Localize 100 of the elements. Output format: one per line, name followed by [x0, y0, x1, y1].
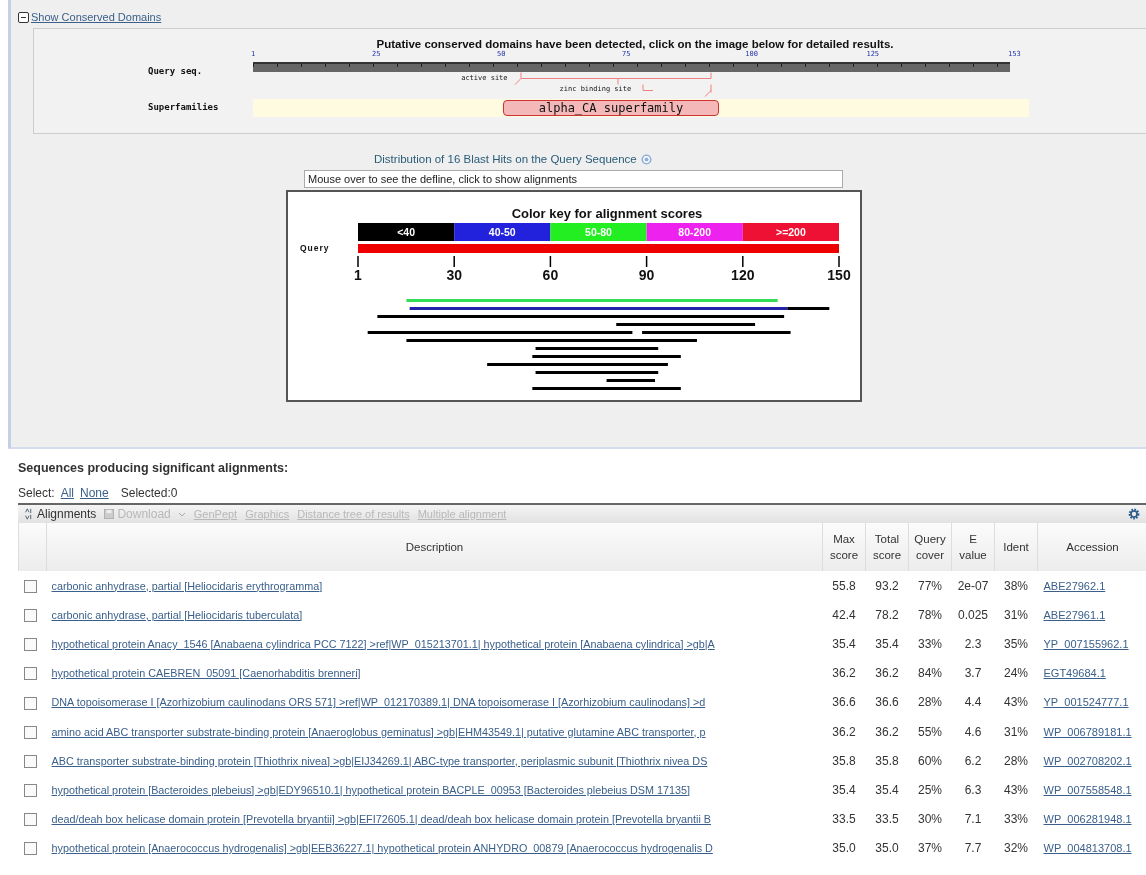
description-link[interactable]: hypothetical protein Anacy_1546 [Anabaena cylindrica PCC 7122] >ref|WP_015213701.1| hypothetical protein [Anabaena cylindrica] >gb|A — [51, 637, 715, 650]
table-cell-text: 60% — [917, 752, 943, 770]
alignments-button[interactable]: Alignments — [24, 507, 97, 521]
select-label: Select: — [18, 486, 55, 500]
accession-link[interactable]: WP_007558548.1 — [1043, 783, 1132, 796]
column-header[interactable]: Accession — [1037, 523, 1146, 571]
description-link[interactable]: carbonic anhydrase, partial [Heliocidaris erythrogramma] — [51, 579, 323, 592]
table-cell: 2e-07 — [951, 571, 995, 601]
column-header[interactable]: Total score — [865, 523, 909, 571]
table-cell-text: 35.4 — [874, 781, 900, 799]
accession-link[interactable]: ABE27961.1 — [1043, 608, 1106, 621]
help-icon[interactable] — [640, 153, 652, 165]
selected-count: Selected:0 — [120, 486, 178, 500]
show-conserved-domains-link[interactable]: Show Conserved Domains — [31, 11, 162, 23]
column-header[interactable]: E value — [951, 523, 995, 571]
hit-bars-drawing[interactable] — [367, 299, 830, 390]
scale-label: 90 — [638, 267, 655, 283]
table-cell-text: 7.7 — [963, 840, 983, 858]
description-link[interactable]: ABC transporter substrate-binding protein [Thiothrix nivea] >gb|EIJ34269.1| ABC-type transporter, periplasmic subunit [Thiothrix nivea DS — [51, 754, 708, 767]
description-link[interactable]: DNA topoisomerase I [Azorhizobium caulinodans ORS 571] >ref|WP_012170389.1| DNA topoisomerase I [Azorhizobium caulinodans] >d — [51, 696, 706, 709]
table-cell-text: 4.4 — [963, 694, 983, 712]
column-header[interactable]: Query cover — [908, 523, 952, 571]
description-link[interactable]: hypothetical protein [Bacteroides plebeius] >gb|EDY96510.1| hypothetical protein BACPLE_00953 [Bacteroides plebeius DSM 17135] — [51, 783, 691, 796]
table-cell-text: 35.4 — [831, 781, 857, 799]
section-heading: Sequences producing significant alignments: — [18, 461, 290, 475]
table-cell-text: 33.5 — [831, 811, 857, 829]
description-link[interactable]: hypothetical protein CAEBREN_05091 [Caenorhabditis brenneri] — [51, 667, 361, 680]
scale-label: 60 — [542, 267, 559, 283]
select-link[interactable]: All — [60, 486, 75, 500]
table-cell-text: 35% — [1003, 635, 1029, 653]
defline-field: Mouse over to see the defline, click to show alignments — [304, 170, 843, 188]
table-cell: 93.2 — [865, 571, 909, 601]
column-header[interactable]: Ident — [994, 523, 1038, 571]
save-icon — [104, 508, 115, 520]
description-link[interactable]: carbonic anhydrase, partial [Heliocidaris tuberculata] — [51, 608, 303, 621]
row-checkbox[interactable] — [23, 784, 37, 798]
description-link[interactable]: hypothetical protein [Anaerococcus hydrogenalis] >gb|EEB36227.1| hypothetical protein ANHYDRO_00879 [Anaerococcus hydrogenalis D — [51, 842, 713, 855]
color-key-label: 40-50 — [488, 226, 516, 238]
scale-label: 150 — [827, 267, 851, 283]
table-cell-text: 36.6 — [831, 694, 857, 712]
column-header[interactable]: Max score — [822, 523, 866, 571]
table-cell-text: 35.4 — [874, 635, 900, 653]
table-cell-text: 36.6 — [874, 694, 900, 712]
color-key-label: 80-200 — [678, 226, 712, 238]
select-link[interactable]: None — [80, 486, 109, 500]
description-link[interactable]: dead/deah box helicase domain protein [Prevotella bryantii] >gb|EFI72605.1| dead/deah box helicase domain protein [Prevotella bryantii B — [51, 813, 712, 826]
table-cell-text: 33.5 — [874, 811, 900, 829]
table-cell-text: 36.2 — [874, 665, 900, 683]
caret-icon — [177, 511, 186, 517]
superfamily-domain[interactable]: alpha_CA superfamily — [503, 100, 719, 116]
table-cell-text: 42.4 — [831, 606, 857, 624]
color-key-title: Color key for alignment scores — [511, 206, 703, 221]
table-cell-text: 37% — [917, 840, 943, 858]
table-cell-text: 32% — [1003, 840, 1029, 858]
description-link[interactable]: amino acid ABC transporter substrate-binding protein [Anaeroglobus geminatus] >gb|EHM43549.1| putative glutamine ABC transporter, p — [51, 725, 706, 738]
row-checkbox[interactable] — [23, 696, 37, 710]
scale-tick — [838, 255, 840, 268]
table-cell-text: 6.2 — [963, 752, 983, 770]
row-checkbox[interactable] — [23, 842, 37, 856]
table-cell-text: 36.2 — [831, 665, 857, 683]
superfamilies-label: Superfamilies — [148, 102, 219, 112]
color-key-label: 50-80 — [585, 226, 612, 238]
scale-label: 1 — [354, 267, 362, 283]
table-cell-text: 43% — [1003, 781, 1029, 799]
table-cell-text: 35.8 — [874, 752, 900, 770]
accession-link[interactable]: WP_002708202.1 — [1043, 754, 1132, 767]
hit-graphic[interactable]: Color key for alignment scores <40 40-50 50-80 80-200 >=200 Query 1 30 60 90 120 150 — [286, 190, 862, 402]
column-header[interactable]: Description — [46, 523, 823, 571]
row-checkbox[interactable] — [23, 813, 37, 827]
table-cell-text: 33% — [1003, 811, 1029, 829]
scale-label: 120 — [731, 267, 755, 283]
scale-label: 30 — [446, 267, 462, 283]
table-cell-text: 78.2 — [874, 606, 900, 624]
scale-tick — [645, 255, 648, 268]
accession-link[interactable]: EGT49684.1 — [1043, 667, 1106, 680]
settings-icon[interactable] — [1128, 508, 1140, 520]
row-checkbox[interactable] — [23, 754, 37, 768]
row-checkbox[interactable] — [23, 638, 37, 652]
accession-link[interactable]: YP_007155962.1 — [1043, 637, 1129, 650]
row-checkbox[interactable] — [23, 579, 37, 593]
table-cell-text: 55% — [917, 723, 943, 741]
query-sequence-bar[interactable] — [253, 62, 1010, 72]
accession-link[interactable]: YP_001524777.1 — [1043, 696, 1129, 709]
table-cell-text: 35.0 — [831, 840, 857, 858]
table-cell-text: 35.8 — [831, 752, 857, 770]
accession-link[interactable]: WP_006281948.1 — [1043, 813, 1132, 826]
collapse-icon[interactable] — [18, 11, 29, 23]
row-checkbox[interactable] — [23, 667, 37, 681]
query-seq-label: Query seq. — [148, 66, 203, 76]
accession-link[interactable]: WP_006789181.1 — [1043, 725, 1132, 738]
row-checkbox[interactable] — [23, 725, 37, 739]
color-key-label: >=200 — [776, 226, 806, 238]
table-cell-text: 7.1 — [963, 811, 983, 829]
accession-link[interactable]: WP_004813708.1 — [1043, 842, 1132, 855]
table-cell-text: 36.2 — [831, 723, 857, 741]
table-cell-text: 4.6 — [963, 723, 983, 741]
table-cell-text: 28% — [917, 694, 943, 712]
accession-link[interactable]: ABE27962.1 — [1043, 579, 1106, 592]
row-checkbox[interactable] — [23, 608, 37, 622]
table-cell-text: 84% — [917, 665, 943, 683]
